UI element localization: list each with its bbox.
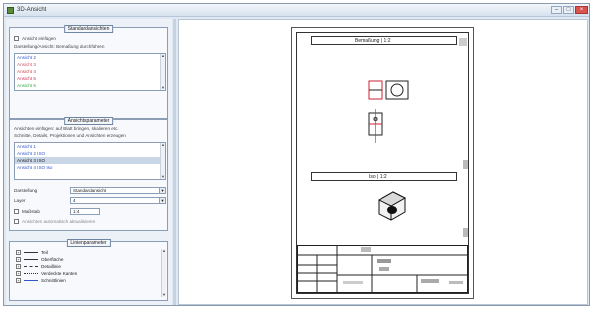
left-panel: Standardansichten Ansicht einfügen Darst… [6,19,172,305]
line-type-list-scrollbar[interactable]: ▲ ▼ [161,249,166,297]
standard-views-title: Standardansichten [63,25,114,33]
expand-icon[interactable]: + [16,264,21,270]
list-item[interactable]: Ansicht 2 ISO [15,150,165,157]
isometric-view[interactable] [375,188,409,224]
list-item-label: Detaillinie [41,264,61,269]
view-parameters-group: Ansichtsparameter Ansichten einfügen: au… [9,117,168,231]
list-item[interactable]: Ansicht 5 [15,75,165,82]
representation-label: Darstellung [14,188,38,193]
line-parameters-group: Linienparameter + Teil + Oberfläche + Detai… [9,239,168,301]
title-block-field [343,281,363,284]
auto-update-label: Ansichten automatisch aktualisieren [22,219,96,224]
front-view-bore [390,83,404,97]
title-block-field [449,281,463,284]
drawing-canvas[interactable]: Bemaßung | 1:2 Iso | 1:2 [178,19,588,305]
expand-icon[interactable]: + [16,278,21,284]
list-item[interactable]: Ansicht 1 [15,143,165,150]
line-sample [24,280,38,282]
scale-checkbox[interactable] [14,209,19,214]
view-list[interactable]: Ansicht 2 Ansicht 3 Ansicht 4 Ansicht 5 … [14,53,166,91]
layer-value: 4 [73,198,76,203]
list-item[interactable]: + Schnittlinien [14,277,166,284]
sheet-scroll-marker[interactable] [463,228,468,237]
view-parameter-list[interactable]: Ansicht 1 Ansicht 2 ISO Ansicht 3 ISO An… [14,142,166,180]
view1-title: Bemaßung | 1:2 [355,38,391,44]
list-item-label: Teil [41,250,48,255]
line-type-list[interactable]: + Teil + Oberfläche + Detaillinie + Verdeckt… [14,249,166,297]
list-item-selected[interactable]: Ansicht 3 ISO [15,157,165,164]
scale-label: Maßstab [22,209,40,214]
line-sample [24,252,38,254]
list-item-label: Oberfläche [41,257,64,262]
window-title: 3D-Ansicht [17,7,47,13]
view-parameters-hint-1: Ansichten einfügen: auf Blatt bringen, s… [14,126,119,131]
title-block-field [379,267,389,271]
expand-icon[interactable]: + [16,250,21,256]
auto-update-checkbox[interactable] [14,219,19,224]
chevron-down-icon[interactable]: ▼ [159,198,165,203]
list-item[interactable]: + Teil [14,249,166,256]
sheet-scroll-marker[interactable] [459,38,467,46]
view-list-scrollbar[interactable]: ▲ ▼ [160,54,165,90]
app-icon [7,7,14,14]
list-item[interactable]: Ansicht 3 [15,61,165,68]
layer-dropdown[interactable]: 4 ▼ [70,197,166,204]
iso-bore [387,206,397,214]
minimize-button[interactable]: – [551,6,562,14]
close-button[interactable]: × [575,6,588,14]
standard-views-hint: Darstellung/Ansicht: Bemaßung durchführe… [14,44,105,49]
list-item[interactable]: + Oberfläche [14,256,166,263]
standard-views-group: Standardansichten Ansicht einfügen Darst… [9,25,168,119]
view-parameters-hint-2: Schnitte, Details, Projektionen und Ansi… [14,133,126,138]
title-block-field [421,279,439,283]
panel-splitter[interactable] [173,19,176,305]
view-parameter-list-scrollbar[interactable]: ▲ ▼ [160,143,165,179]
insert-view-checkbox[interactable] [14,36,19,41]
orthographic-views[interactable] [359,73,419,147]
list-item-label: Schnittlinien [41,278,66,283]
expand-icon[interactable]: + [16,257,21,263]
line-sample [24,266,38,268]
list-item[interactable]: Ansicht 2 [15,54,165,61]
insert-view-label: Ansicht einfügen [22,36,56,41]
line-parameters-title: Linienparameter [66,239,111,247]
list-item-label: Verdeckte Kanten [41,271,78,276]
sheet-scroll-marker[interactable] [463,160,468,169]
scale-input[interactable]: 1:4 [70,208,100,215]
title-block-field [361,247,371,252]
layer-label: Layer [14,198,26,203]
title-bar[interactable]: 3D-Ansicht – □ × [4,4,589,17]
representation-value: Standardansicht [73,188,107,193]
representation-dropdown[interactable]: Standardansicht ▼ [70,187,166,194]
line-sample [24,259,38,261]
view2-title: Iso | 1:2 [369,174,387,180]
title-block[interactable] [297,245,468,293]
list-item[interactable]: Ansicht 6 [15,82,165,89]
app-window: 3D-Ansicht – □ × Standardansichten Ansic… [3,3,590,306]
chevron-down-icon[interactable]: ▼ [159,188,165,193]
title-block-field [377,259,391,263]
list-item[interactable]: Ansicht 4 [15,68,165,75]
maximize-button[interactable]: □ [563,6,574,14]
list-item[interactable]: Ansicht 4 ISO Iso [15,164,165,171]
line-sample [24,273,38,275]
expand-icon[interactable]: + [16,271,21,277]
list-item[interactable]: + Detaillinie [14,263,166,270]
view-parameters-title: Ansichtsparameter [63,117,114,125]
list-item[interactable]: + Verdeckte Kanten [14,270,166,277]
